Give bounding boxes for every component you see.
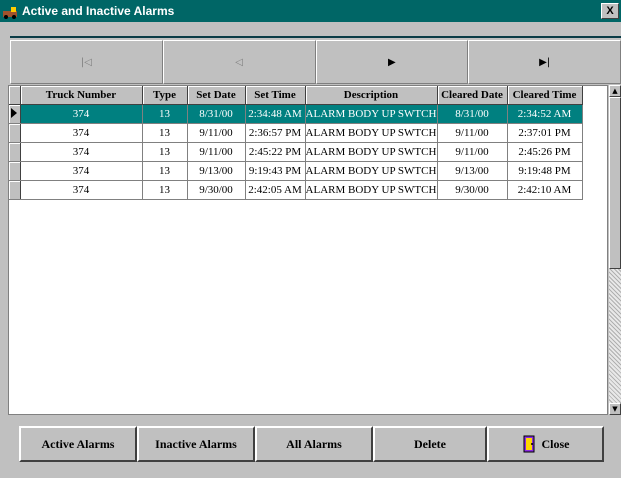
cell-truck-number[interactable]: 374 [20,180,143,200]
close-button[interactable]: Close [487,426,604,462]
cell-truck-number[interactable]: 374 [20,142,143,162]
cell-type[interactable]: 13 [142,123,188,143]
cell-cleared-date[interactable]: 9/13/00 [437,161,508,181]
table-row[interactable]: 374 13 9/11/00 2:36:57 PM ALARM BODY UP … [9,123,583,143]
action-bar: Active Alarms Inactive Alarms All Alarms… [0,418,621,478]
all-alarms-button[interactable]: All Alarms [255,426,373,462]
door-icon [522,434,536,454]
active-alarms-label: Active Alarms [41,436,115,451]
active-alarms-button[interactable]: Active Alarms [19,426,137,462]
delete-label: Delete [414,436,446,451]
cell-truck-number[interactable]: 374 [20,161,143,181]
cell-set-time[interactable]: 2:36:57 PM [245,123,306,143]
scroll-up-icon[interactable]: ▲ [609,85,621,97]
scroll-thumb[interactable] [609,97,621,269]
cell-description[interactable]: ALARM BODY UP SWTCH [305,104,438,124]
last-icon: ▶| [539,56,551,68]
cell-type[interactable]: 13 [142,161,188,181]
row-selector-arrow-icon[interactable] [9,104,21,124]
all-alarms-label: All Alarms [286,436,342,451]
cell-set-date[interactable]: 9/13/00 [187,161,246,181]
cell-set-date[interactable]: 8/31/00 [187,104,246,124]
row-indicator-header [9,86,21,105]
cell-cleared-date[interactable]: 9/11/00 [437,142,508,162]
cell-truck-number[interactable]: 374 [20,104,143,124]
previous-record-button[interactable]: ◁ [162,40,316,84]
previous-icon: ◁ [235,56,243,68]
next-record-button[interactable]: ▶ [315,40,469,84]
table-row[interactable]: 374 13 8/31/00 2:34:48 AM ALARM BODY UP … [9,104,583,124]
cell-set-date[interactable]: 9/30/00 [187,180,246,200]
scroll-down-icon[interactable]: ▼ [609,403,621,415]
cell-cleared-time[interactable]: 2:37:01 PM [507,123,583,143]
divider [10,36,621,38]
cell-type[interactable]: 13 [142,180,188,200]
delete-button[interactable]: Delete [373,426,487,462]
cell-cleared-date[interactable]: 8/31/00 [437,104,508,124]
first-record-button[interactable]: |◁ [10,40,163,84]
window-title: Active and Inactive Alarms [22,4,175,18]
cell-set-date[interactable]: 9/11/00 [187,142,246,162]
cell-set-date[interactable]: 9/11/00 [187,123,246,143]
cell-cleared-date[interactable]: 9/11/00 [437,123,508,143]
column-header-description[interactable]: Description [305,86,438,105]
vertical-scrollbar[interactable]: ▲ ▼ [609,85,621,415]
cell-set-time[interactable]: 2:34:48 AM [245,104,306,124]
row-selector[interactable] [9,123,21,143]
row-selector[interactable] [9,161,21,181]
column-header-truck-number[interactable]: Truck Number [20,86,143,105]
cell-type[interactable]: 13 [142,142,188,162]
column-header-cleared-time[interactable]: Cleared Time [507,86,583,105]
cell-cleared-time[interactable]: 2:42:10 AM [507,180,583,200]
cell-cleared-date[interactable]: 9/30/00 [437,180,508,200]
app-icon [2,3,18,19]
cell-description[interactable]: ALARM BODY UP SWTCH [305,161,438,181]
alarms-grid: Truck Number Type Set Date Set Time Desc… [8,85,608,415]
next-icon: ▶ [388,56,396,68]
column-header-type[interactable]: Type [142,86,188,105]
record-navigator: |◁ ◁ ▶ ▶| [10,40,621,84]
cell-description[interactable]: ALARM BODY UP SWTCH [305,123,438,143]
window-close-button[interactable]: X [601,3,619,19]
inactive-alarms-button[interactable]: Inactive Alarms [137,426,255,462]
cell-description[interactable]: ALARM BODY UP SWTCH [305,180,438,200]
cell-cleared-time[interactable]: 2:34:52 AM [507,104,583,124]
cell-description[interactable]: ALARM BODY UP SWTCH [305,142,438,162]
alarms-table: Truck Number Type Set Date Set Time Desc… [9,86,583,200]
first-icon: |◁ [80,56,92,68]
inactive-alarms-label: Inactive Alarms [155,436,237,451]
cell-set-time[interactable]: 9:19:43 PM [245,161,306,181]
cell-truck-number[interactable]: 374 [20,123,143,143]
row-selector[interactable] [9,142,21,162]
cell-cleared-time[interactable]: 2:45:26 PM [507,142,583,162]
column-header-cleared-date[interactable]: Cleared Date [437,86,508,105]
cell-type[interactable]: 13 [142,104,188,124]
title-bar: Active and Inactive Alarms X [0,0,621,22]
scroll-track[interactable] [609,269,621,403]
table-row[interactable]: 374 13 9/30/00 2:42:05 AM ALARM BODY UP … [9,180,583,200]
table-row[interactable]: 374 13 9/11/00 2:45:22 PM ALARM BODY UP … [9,142,583,162]
cell-cleared-time[interactable]: 9:19:48 PM [507,161,583,181]
last-record-button[interactable]: ▶| [468,40,621,84]
column-header-set-date[interactable]: Set Date [187,86,246,105]
cell-set-time[interactable]: 2:42:05 AM [245,180,306,200]
table-row[interactable]: 374 13 9/13/00 9:19:43 PM ALARM BODY UP … [9,161,583,181]
column-header-set-time[interactable]: Set Time [245,86,306,105]
header-row: Truck Number Type Set Date Set Time Desc… [9,86,583,105]
row-selector[interactable] [9,180,21,200]
cell-set-time[interactable]: 2:45:22 PM [245,142,306,162]
close-label: Close [541,436,570,451]
